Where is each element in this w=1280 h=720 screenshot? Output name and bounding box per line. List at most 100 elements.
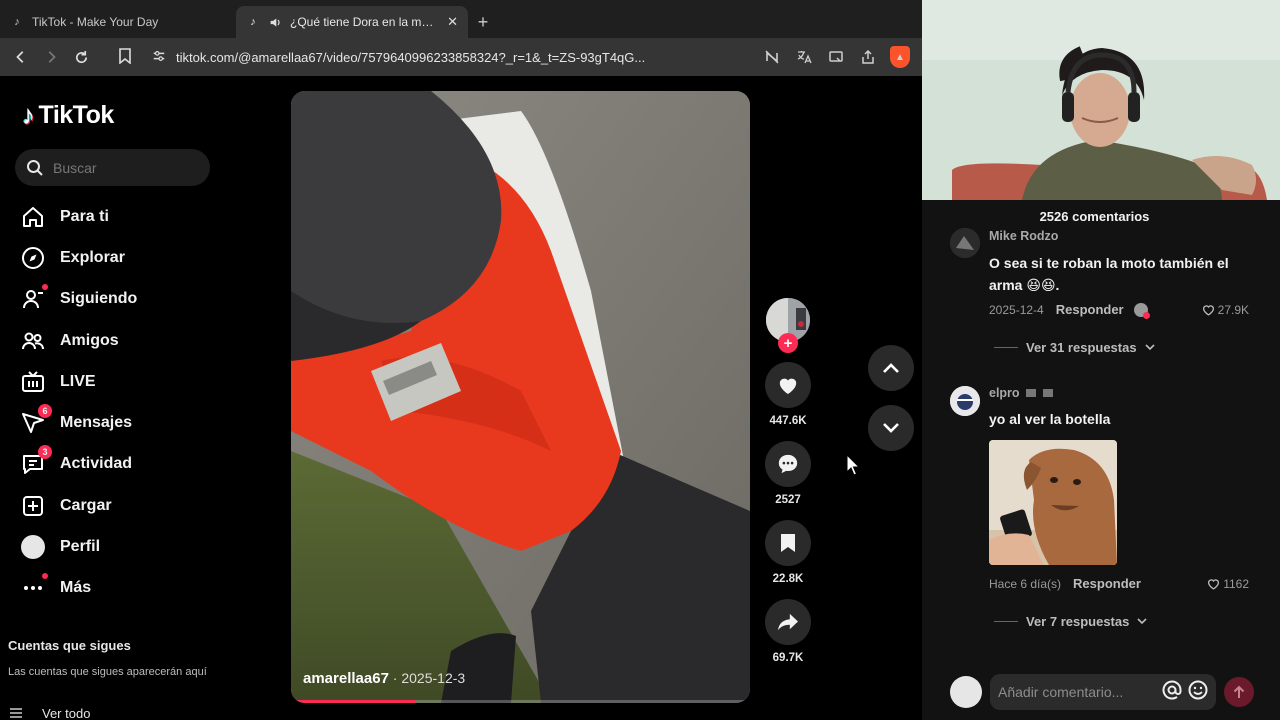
bookmark-icon[interactable]	[118, 47, 132, 67]
comment-date: 2025-12-4	[989, 302, 1044, 317]
next-video-button[interactable]	[868, 405, 914, 451]
sidebar-item-label: Amigos	[60, 331, 119, 349]
following-accounts-description: Las cuentas que sigues aparecerán aquí	[8, 666, 207, 678]
sidebar-item-label: Cargar	[60, 496, 112, 514]
comment-icon	[778, 454, 798, 474]
view-replies-button[interactable]: Ver 31 respuestas	[994, 340, 1155, 355]
no-tracking-icon[interactable]	[758, 43, 786, 71]
messages-icon: 6	[20, 404, 52, 436]
new-tab-button[interactable]: +	[468, 6, 498, 38]
site-settings-icon[interactable]	[152, 49, 166, 66]
comment-date: Hace 6 día(s)	[989, 576, 1062, 591]
tab-current-video[interactable]: ♪ ¿Qué tiene Dora en la mochila? ✕	[236, 6, 468, 38]
compass-icon	[20, 245, 46, 271]
cast-icon[interactable]	[822, 43, 850, 71]
heart-icon	[779, 378, 797, 395]
comment-like-count: 1162	[1223, 576, 1249, 591]
tiktok-sidebar: ♪ TikTok Para ti Explorar Siguiendo	[0, 76, 240, 720]
chevron-up-icon	[883, 363, 899, 373]
comment-author[interactable]: elpro	[989, 386, 1053, 400]
comments-panel: 2526 comentarios Mike Rodzo O sea si te …	[922, 200, 1280, 720]
comment-like-button[interactable]: 1162	[1207, 577, 1249, 591]
video-player[interactable]: amarellaa67 · 2025-12-3	[291, 91, 750, 703]
tab-tiktok-home[interactable]: ♪ TikTok - Make Your Day	[0, 6, 232, 38]
share-page-icon[interactable]	[854, 43, 882, 71]
sidebar-item-label: Perfil	[60, 538, 101, 556]
logo-text: TikTok	[38, 101, 115, 129]
sidebar-item-label: LIVE	[60, 372, 96, 390]
video-author[interactable]: amarellaa67 · 2025-12-3	[303, 670, 465, 687]
sidebar-item-para-ti[interactable]: Para ti	[20, 196, 137, 237]
forward-arrow-icon	[48, 51, 56, 63]
tab-title: ¿Qué tiene Dora en la mochila?	[290, 15, 440, 29]
arrow-up-icon	[1233, 685, 1245, 698]
sidebar-item-mensajes[interactable]: 6 Mensajes	[20, 402, 137, 443]
share-button[interactable]	[765, 599, 811, 645]
comment-button[interactable]	[765, 441, 811, 487]
following-icon	[20, 284, 48, 312]
view-replies-button[interactable]: Ver 7 respuestas	[994, 614, 1147, 629]
forward-button[interactable]	[38, 44, 64, 70]
reply-button[interactable]: Responder	[1073, 576, 1141, 591]
speaker-icon[interactable]	[268, 15, 282, 29]
video-username[interactable]: amarellaa67	[303, 670, 389, 687]
comment-like-button[interactable]: 27.9K	[1202, 303, 1249, 317]
sidebar-item-explorar[interactable]: Explorar	[20, 237, 137, 278]
tiktok-icon: ♪	[14, 16, 20, 28]
tab-title: TikTok - Make Your Day	[32, 15, 159, 29]
avatar	[950, 676, 982, 708]
tiktok-logo[interactable]: ♪ TikTok	[22, 100, 114, 131]
flag-emoji-icon	[1026, 389, 1037, 397]
search-box[interactable]	[15, 149, 210, 186]
brave-shield-icon[interactable]: ▲	[886, 43, 914, 71]
like-button[interactable]	[765, 362, 811, 408]
sidebar-item-perfil[interactable]: Perfil	[20, 526, 137, 567]
search-input[interactable]	[53, 159, 193, 176]
previous-video-button[interactable]	[868, 345, 914, 391]
chevron-down-icon	[1145, 344, 1155, 351]
close-tab-icon[interactable]: ✕	[447, 14, 458, 30]
video-progress-fill	[291, 700, 415, 703]
heart-outline-icon	[1208, 578, 1220, 590]
save-button[interactable]	[765, 520, 811, 566]
comment-image-dog-phone[interactable]	[989, 440, 1117, 565]
emoji-icon[interactable]	[1188, 680, 1208, 705]
avatar	[21, 535, 45, 560]
notification-dot	[42, 284, 48, 291]
translate-icon[interactable]	[790, 43, 818, 71]
divider	[994, 347, 1018, 348]
reply-button[interactable]: Responder	[1056, 302, 1124, 317]
see-all-label: Ver todo	[42, 706, 91, 720]
sidebar-item-mas[interactable]: Más	[20, 568, 137, 609]
flag-emoji-icon	[1042, 389, 1053, 397]
sidebar-item-label: Mensajes	[60, 414, 133, 432]
address-bar[interactable]: tiktok.com/@amarellaa67/video/7579640996…	[118, 43, 754, 71]
see-all-link[interactable]: Ver todo	[10, 706, 90, 720]
comment-author[interactable]: Mike Rodzo	[989, 229, 1058, 243]
video-date-separator: ·	[388, 670, 402, 686]
comment-input[interactable]	[998, 684, 1156, 700]
comment-input-box[interactable]	[990, 674, 1216, 710]
sidebar-nav: Para ti Explorar Siguiendo Amigos LIVE 6…	[20, 196, 137, 609]
view-replies-label: Ver 31 respuestas	[1026, 340, 1137, 355]
reload-button[interactable]	[68, 44, 94, 70]
video-actions: + 447.6K 2527 22.8K 69.7K	[764, 298, 812, 678]
mouse-cursor-icon	[846, 454, 860, 476]
mention-icon[interactable]	[1162, 680, 1182, 705]
reload-icon	[75, 50, 87, 63]
sidebar-item-live[interactable]: LIVE	[20, 361, 137, 402]
comment-text: yo al ver la botella	[989, 411, 1111, 427]
sidebar-item-siguiendo[interactable]: Siguiendo	[20, 279, 137, 320]
search-icon	[27, 159, 43, 176]
sidebar-item-cargar[interactable]: Cargar	[20, 485, 137, 526]
back-arrow-icon	[16, 51, 24, 63]
video-progress-bar[interactable]	[291, 700, 750, 703]
follow-plus-button[interactable]: +	[778, 333, 798, 353]
comment-avatar[interactable]	[950, 386, 980, 416]
sidebar-item-actividad[interactable]: 3 Actividad	[20, 444, 137, 485]
back-button[interactable]	[8, 44, 34, 70]
send-comment-button[interactable]	[1224, 677, 1254, 707]
following-accounts-title: Cuentas que sigues	[8, 638, 131, 653]
sidebar-item-amigos[interactable]: Amigos	[20, 320, 137, 361]
comment-avatar[interactable]	[950, 228, 980, 258]
